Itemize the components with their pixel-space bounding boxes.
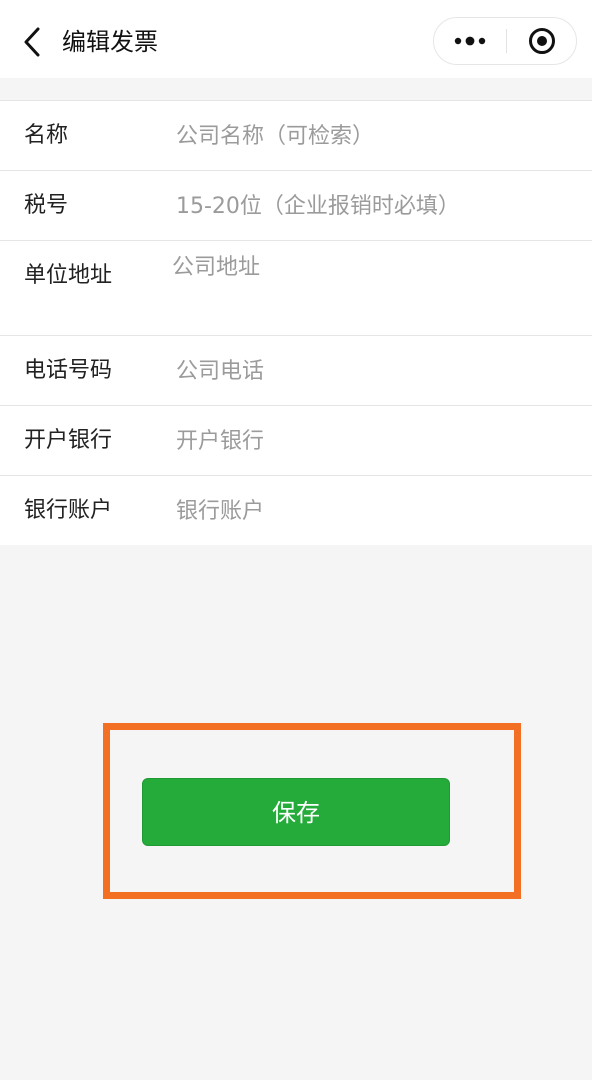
chevron-left-icon (24, 27, 40, 57)
form-row-name: 名称 (0, 100, 592, 170)
company-address-textarea[interactable] (172, 253, 564, 323)
target-close-icon (529, 28, 555, 54)
form-row-bank-account: 银行账户 (0, 475, 592, 545)
phone-label: 电话号码 (24, 358, 113, 383)
company-name-input[interactable] (176, 115, 568, 157)
close-mini-program-button[interactable] (507, 18, 577, 64)
address-label: 单位地址 (24, 263, 113, 288)
phone-input[interactable] (176, 350, 568, 392)
more-dots-icon (454, 36, 486, 46)
nav-bar: 编辑发票 (0, 0, 592, 78)
form-row-tax-number: 税号 (0, 170, 592, 240)
more-button[interactable] (434, 18, 506, 64)
form-row-address: 单位地址 (0, 240, 592, 335)
tax-number-input[interactable] (176, 185, 568, 227)
bank-label: 开户银行 (24, 428, 113, 453)
form-row-phone: 电话号码 (0, 335, 592, 405)
back-button[interactable] (14, 22, 50, 62)
header-gap (0, 78, 592, 100)
capsule-menu (433, 17, 577, 65)
bank-input[interactable] (176, 420, 568, 462)
bank-account-label: 银行账户 (24, 498, 113, 523)
bank-account-input[interactable] (176, 490, 568, 532)
save-button[interactable]: 保存 (142, 778, 450, 846)
invoice-form: 名称 税号 单位地址 电话号码 开户银行 银行账户 (0, 100, 592, 545)
tax-number-label: 税号 (24, 193, 69, 218)
form-row-bank: 开户银行 (0, 405, 592, 475)
page-title: 编辑发票 (62, 28, 158, 56)
name-label: 名称 (24, 123, 69, 148)
